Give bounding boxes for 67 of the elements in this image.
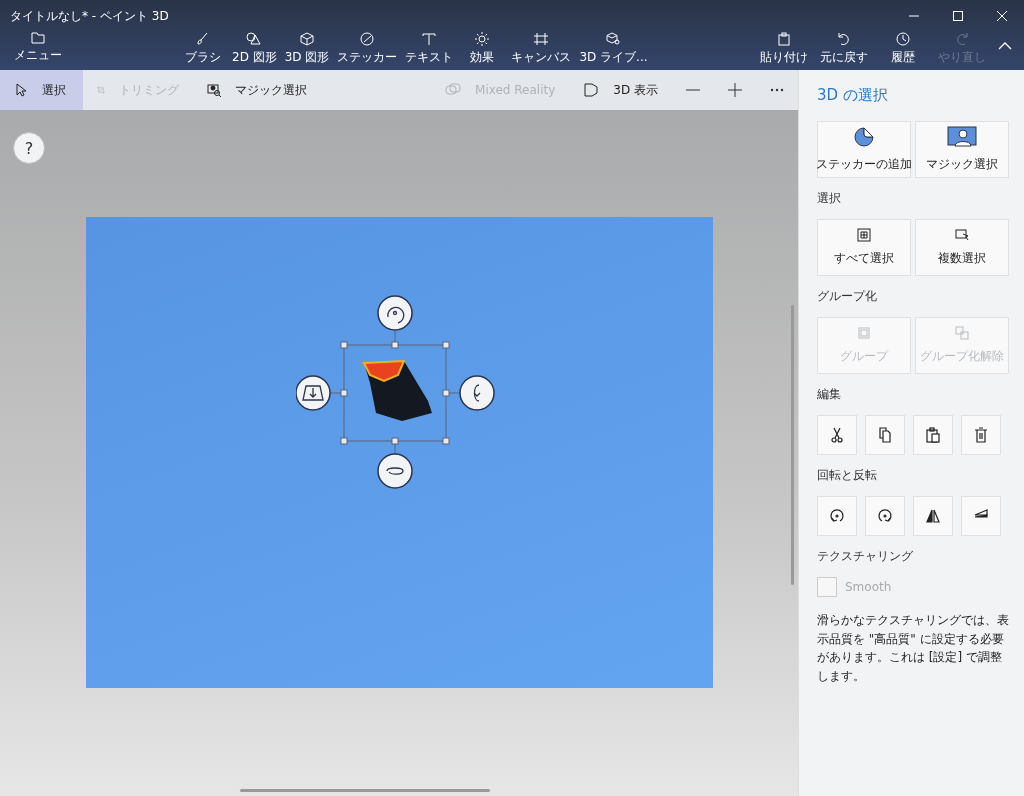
cube-icon [299,32,316,46]
icon-button[interactable] [913,496,953,536]
panel-title: 3D の選択 [817,86,889,105]
tool-button[interactable]: キャンバス [507,32,576,66]
crop-icon [97,83,105,97]
group-icon [857,326,871,340]
close-icon[interactable] [996,10,1008,22]
panel-button[interactable]: マジック選択 [915,121,1009,178]
toolbar-action-button[interactable]: 履歴 [876,32,930,66]
tool-button[interactable]: 3D 図形 [280,32,334,66]
maximize-icon[interactable] [952,10,964,22]
copy-icon [877,427,893,443]
vertical-scrollbar[interactable] [791,305,794,585]
menu-button[interactable]: メニュー [8,32,68,64]
toolbar-action-button[interactable]: 貼り付け [756,32,812,66]
tool-button[interactable]: 3D ライブ... [575,32,652,66]
tool-button[interactable]: 効果 [457,32,508,66]
redo-icon [954,32,970,46]
rotate-right-icon [877,508,893,524]
toolbar-action-button[interactable]: 元に戻す [816,32,872,66]
section-heading: グループ化 [817,288,878,305]
trash-icon [973,427,989,443]
panel-button[interactable]: 複数選択 [915,219,1009,276]
tool-button[interactable]: 2D 図形 [228,32,281,66]
paste-icon [925,427,941,443]
text-icon [421,32,438,46]
more-icon[interactable] [770,88,784,92]
overlap-icon [445,83,462,97]
scissors-icon [829,427,845,443]
checkbox-label: Smooth [845,580,892,594]
cursor-icon [14,83,28,97]
help-text: 滑らかなテクスチャリングでは、表示品質を "高品質" に設定する必要があります。これは [設定] で調整します。 [817,612,1010,685]
help-button[interactable]: ? [13,132,45,164]
icon-button[interactable] [817,496,857,536]
sun-icon [474,32,491,46]
tool-button[interactable]: ブラシ [178,32,228,66]
icon-button[interactable] [865,496,905,536]
section-heading: 選択 [817,190,842,207]
panel-button[interactable]: ステッカーの追加 [817,121,911,178]
sub-tool-button[interactable]: 3D 表示 [569,70,672,110]
shapes-icon [246,32,263,46]
sub-tool-button[interactable]: 選択 [0,70,83,110]
section-heading: テクスチャリング [817,548,914,565]
panel-button[interactable]: すべて選択 [817,219,911,276]
ungroup-icon [955,326,969,340]
image-search-icon [207,83,221,97]
collapse-caret-icon[interactable] [998,42,1012,50]
clipboard-icon [776,32,792,46]
undo-icon [836,32,852,46]
window-title: タイトルなし* - ペイント 3D [10,7,170,25]
select-all-icon [857,228,871,242]
section-heading: 編集 [817,386,842,403]
multi-select-icon [955,228,969,242]
folder-icon [31,32,45,44]
person-picture-icon [947,126,977,148]
history-icon [895,32,911,46]
icon-button[interactable] [817,415,857,455]
cube-search-icon [605,32,622,46]
zoom-in-icon[interactable] [728,83,742,97]
tool-button[interactable]: ステッカー [333,32,402,66]
flip-horizontal-icon [925,508,941,524]
section-heading: 回転と反転 [817,467,878,484]
rotate-left-icon [829,508,845,524]
crop-frame-icon [533,32,550,46]
horizontal-scrollbar[interactable] [240,789,490,792]
sub-tool-button[interactable]: マジック選択 [193,70,321,110]
tool-button[interactable]: テキスト [401,32,458,66]
